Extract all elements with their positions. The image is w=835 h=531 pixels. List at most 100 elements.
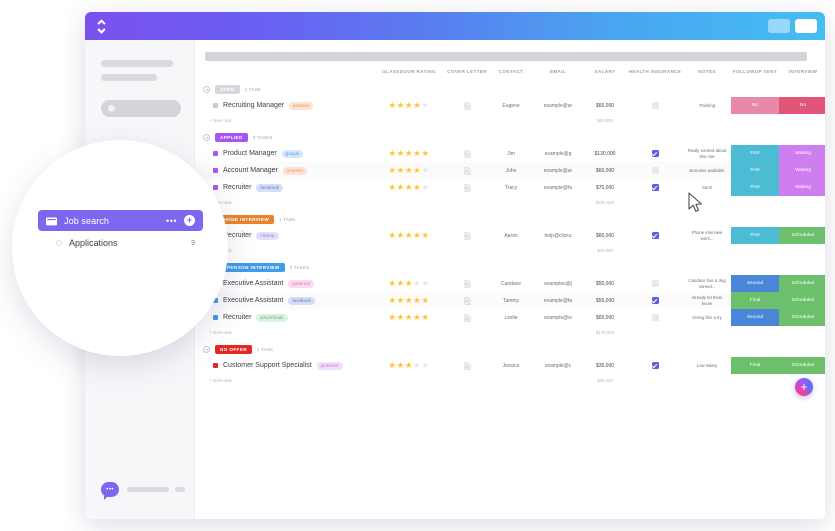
company-tag[interactable]: facebook xyxy=(288,296,315,305)
cover-letter-cell[interactable] xyxy=(445,275,489,292)
sidebar-item-applications[interactable]: Applications 9 xyxy=(38,231,203,248)
column-header-salary[interactable]: SALARY xyxy=(583,69,627,79)
new-task-button[interactable]: + New task xyxy=(195,118,373,123)
new-task-row[interactable]: + New task $35,000 xyxy=(195,374,825,387)
new-task-row[interactable]: + New task $170,000 xyxy=(195,326,825,339)
table-row[interactable]: Account Manager amazon ★★★★★ John example@ar… xyxy=(195,162,825,179)
rating-stars[interactable]: ★★★★★ xyxy=(373,361,445,370)
table-row[interactable]: Executive Assistant facebook ★★★★★ Tammy exa… xyxy=(195,292,825,309)
table-row[interactable]: Recruiting Manager amazon ★★★★★ Eugene examp… xyxy=(195,97,825,114)
column-header-interview[interactable]: INTERVIEW xyxy=(779,69,825,79)
rating-stars[interactable]: ★★★★★ xyxy=(373,166,445,175)
table-row[interactable]: Recruiter facebook ★★★★★ Tracy example@fa $70… xyxy=(195,179,825,196)
interview-badge[interactable]: Waiting xyxy=(779,145,825,162)
collapse-chevron-icon[interactable] xyxy=(203,86,210,93)
rating-stars[interactable]: ★★★★★ xyxy=(373,183,445,192)
cover-letter-cell[interactable] xyxy=(445,292,489,309)
column-header-contact[interactable]: CONTACT xyxy=(489,69,533,79)
document-icon[interactable] xyxy=(464,183,471,192)
interview-badge[interactable]: Scheduled xyxy=(779,227,825,244)
add-icon[interactable]: + xyxy=(184,215,195,226)
rating-stars[interactable]: ★★★★★ xyxy=(373,313,445,322)
table-row[interactable]: Executive Assistant pinterest ★★★★★ Candace… xyxy=(195,275,825,292)
column-header-followup[interactable]: FOLLOWUP SENT xyxy=(731,69,779,79)
new-task-row[interactable]: + New task $260,000 xyxy=(195,196,825,209)
rating-stars[interactable]: ★★★★★ xyxy=(373,149,445,158)
interview-badge[interactable]: Waiting xyxy=(779,162,825,179)
document-icon[interactable] xyxy=(464,149,471,158)
column-header-notes[interactable]: NOTES xyxy=(683,69,731,79)
document-icon[interactable] xyxy=(464,361,471,370)
document-icon[interactable] xyxy=(464,296,471,305)
interview-badge[interactable]: No xyxy=(779,97,825,114)
interview-badge[interactable]: Scheduled xyxy=(779,275,825,292)
rating-stars[interactable]: ★★★★★ xyxy=(373,101,445,110)
health-insurance-checkbox[interactable] xyxy=(651,232,659,239)
table-row[interactable]: Recruiter wholefoods ★★★★★ Leslie example@w $… xyxy=(195,309,825,326)
followup-badge[interactable]: Second xyxy=(731,309,779,326)
cover-letter-cell[interactable] xyxy=(445,227,489,244)
new-task-button[interactable]: + New task xyxy=(195,330,373,335)
cover-letter-cell[interactable] xyxy=(445,97,489,114)
company-tag[interactable]: amazon xyxy=(289,101,314,110)
company-tag[interactable]: pinterest xyxy=(316,361,343,370)
rating-stars[interactable]: ★★★★★ xyxy=(373,279,445,288)
health-insurance-checkbox[interactable] xyxy=(651,297,659,304)
collapse-chevron-icon[interactable] xyxy=(203,134,210,141)
health-insurance-checkbox[interactable] xyxy=(651,184,659,191)
add-task-fab[interactable]: + xyxy=(795,378,813,396)
table-row[interactable]: Product Manager google ★★★★★ Jim example@g $1… xyxy=(195,145,825,162)
document-icon[interactable] xyxy=(464,231,471,240)
maximize-button[interactable] xyxy=(795,19,817,33)
followup-badge[interactable]: Final xyxy=(731,292,779,309)
more-options-icon[interactable]: ••• xyxy=(166,216,177,226)
interview-badge[interactable]: Scheduled xyxy=(779,357,825,374)
followup-badge[interactable]: Final xyxy=(731,357,779,374)
document-icon[interactable] xyxy=(464,313,471,322)
followup-badge[interactable]: First xyxy=(731,145,779,162)
health-insurance-checkbox[interactable] xyxy=(651,314,659,321)
interview-badge[interactable]: Scheduled xyxy=(779,309,825,326)
column-header-rating[interactable]: GLASSDOOR RATING xyxy=(373,69,445,79)
health-insurance-checkbox[interactable] xyxy=(651,362,659,369)
cover-letter-cell[interactable] xyxy=(445,145,489,162)
document-icon[interactable] xyxy=(464,166,471,175)
health-insurance-checkbox[interactable] xyxy=(651,280,659,287)
table-row[interactable]: Customer Support Specialist pinterest ★★★★… xyxy=(195,357,825,374)
cover-letter-cell[interactable] xyxy=(445,357,489,374)
health-insurance-checkbox[interactable] xyxy=(651,102,659,109)
document-icon[interactable] xyxy=(464,279,471,288)
new-task-row[interactable]: + New task$60,000 xyxy=(195,244,825,257)
company-tag[interactable]: google xyxy=(281,149,304,158)
column-header-name[interactable] xyxy=(195,69,373,79)
followup-badge[interactable]: First xyxy=(731,179,779,196)
company-tag[interactable]: facebook xyxy=(256,183,284,192)
company-tag[interactable]: clickup xyxy=(256,231,279,240)
cover-letter-cell[interactable] xyxy=(445,179,489,196)
status-badge[interactable]: OPEN xyxy=(215,85,240,94)
interview-badge[interactable]: Scheduled xyxy=(779,292,825,309)
column-header-cover_letter[interactable]: COVER LETTER xyxy=(445,69,489,79)
health-insurance-checkbox[interactable] xyxy=(651,150,659,157)
column-header-email[interactable]: EMAIL xyxy=(533,69,583,79)
followup-badge[interactable]: First xyxy=(731,162,779,179)
column-header-health_insurance[interactable]: HEALTH INSURANCE xyxy=(627,69,683,79)
company-tag[interactable]: wholefoods xyxy=(256,313,288,322)
rating-stars[interactable]: ★★★★★ xyxy=(373,296,445,305)
status-badge[interactable]: APPLIED xyxy=(215,133,248,142)
minimize-button[interactable] xyxy=(768,19,790,33)
followup-badge[interactable]: Second xyxy=(731,275,779,292)
document-icon[interactable] xyxy=(464,101,471,110)
rating-stars[interactable]: ★★★★★ xyxy=(373,231,445,240)
new-task-button[interactable]: + New task xyxy=(195,200,373,205)
new-task-button[interactable]: + New task xyxy=(195,378,373,383)
cover-letter-cell[interactable] xyxy=(445,309,489,326)
status-badge[interactable]: NO OFFER xyxy=(215,345,252,354)
interview-badge[interactable]: Waiting xyxy=(779,179,825,196)
cover-letter-cell[interactable] xyxy=(445,162,489,179)
followup-badge[interactable]: First xyxy=(731,227,779,244)
followup-badge[interactable]: No xyxy=(731,97,779,114)
company-tag[interactable]: pinterest xyxy=(288,279,315,288)
new-task-row[interactable]: + New task$60,000 xyxy=(195,114,825,127)
health-insurance-checkbox[interactable] xyxy=(651,167,659,174)
